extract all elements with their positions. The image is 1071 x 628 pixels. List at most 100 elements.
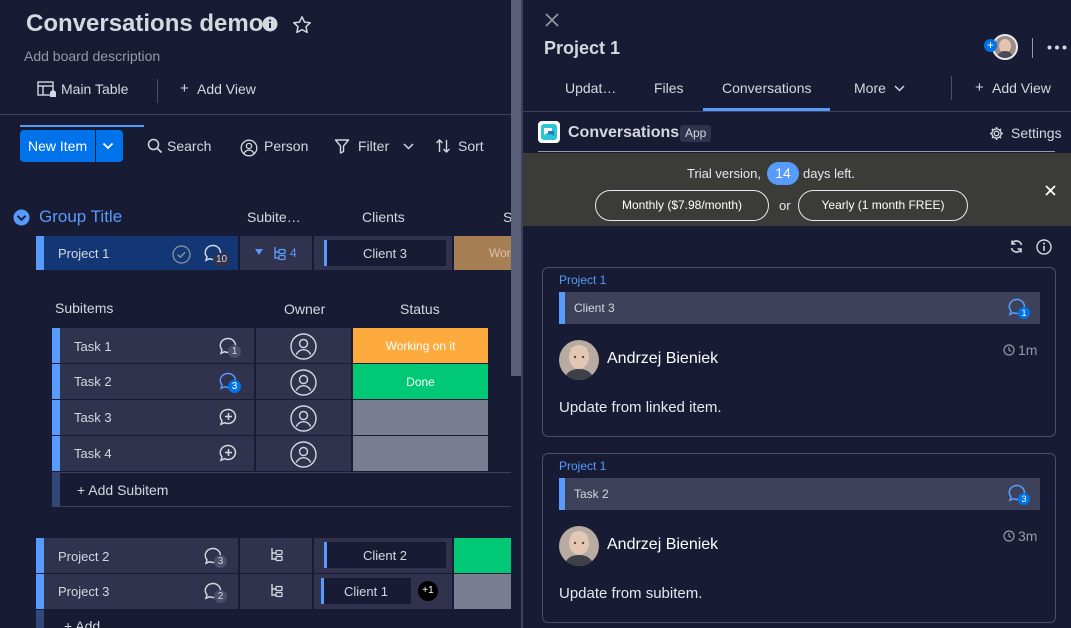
board-scrollbar[interactable] bbox=[511, 0, 521, 376]
subitem-name[interactable]: Task 2 bbox=[74, 374, 112, 389]
person-icon[interactable] bbox=[289, 368, 317, 396]
linked-item-chip[interactable]: Client 2 bbox=[324, 542, 446, 568]
close-icon[interactable] bbox=[1043, 183, 1057, 197]
column-header-clients[interactable]: Clients bbox=[362, 209, 405, 225]
card-author[interactable]: Andrzej Bieniek bbox=[607, 536, 718, 554]
status-cell[interactable] bbox=[454, 574, 511, 609]
add-item-button[interactable]: + Add bbox=[64, 618, 100, 628]
clients-cell[interactable]: Client 3 bbox=[314, 236, 452, 270]
subitem-name[interactable]: Task 1 bbox=[74, 339, 112, 354]
card-body: Update from subitem. bbox=[559, 585, 703, 602]
person-icon[interactable] bbox=[239, 138, 258, 157]
search-icon[interactable] bbox=[146, 137, 163, 154]
tab-more[interactable]: More bbox=[854, 80, 886, 96]
column-header-status[interactable]: S bbox=[503, 209, 511, 225]
table-row[interactable]: Task 2 3 Done bbox=[52, 364, 488, 399]
person-icon[interactable] bbox=[289, 440, 317, 468]
owner-cell[interactable] bbox=[256, 436, 351, 471]
item-name[interactable]: Project 1 bbox=[58, 246, 109, 261]
sort-button[interactable]: Sort bbox=[458, 138, 484, 154]
subitems-icon[interactable] bbox=[268, 582, 284, 598]
item-name[interactable]: Project 2 bbox=[58, 549, 109, 564]
refresh-icon[interactable] bbox=[1008, 238, 1025, 255]
table-row[interactable]: Task 4 bbox=[52, 436, 488, 471]
add-subscriber-icon[interactable]: + bbox=[984, 39, 997, 52]
avatar[interactable] bbox=[559, 526, 599, 566]
linked-item-chip[interactable]: Client 3 bbox=[324, 240, 446, 266]
status-cell[interactable] bbox=[353, 436, 488, 471]
card-item-link[interactable]: Project 1 bbox=[559, 273, 606, 287]
subitems-icon[interactable] bbox=[268, 546, 284, 562]
subitem-name[interactable]: Task 3 bbox=[74, 410, 112, 425]
subitems-header-owner[interactable]: Owner bbox=[284, 301, 325, 317]
search-button[interactable]: Search bbox=[167, 138, 211, 154]
filter-button[interactable]: Filter bbox=[358, 138, 389, 154]
settings-button[interactable]: Settings bbox=[1011, 125, 1062, 141]
new-item-button[interactable]: New Item bbox=[20, 130, 123, 162]
table-row[interactable]: Task 3 bbox=[52, 400, 488, 435]
updates-count-badge: 3 bbox=[228, 380, 241, 393]
chevron-down-icon[interactable] bbox=[401, 141, 415, 151]
star-icon[interactable] bbox=[291, 14, 313, 36]
caret-down-icon[interactable] bbox=[254, 247, 264, 257]
owner-cell[interactable] bbox=[256, 328, 351, 363]
table-row[interactable]: Project 1 10 4 Client 3 Wor bbox=[36, 236, 511, 270]
status-cell[interactable] bbox=[353, 400, 488, 435]
subitems-cell[interactable]: 4 bbox=[240, 236, 312, 270]
linked-item-chip[interactable]: Client 1 bbox=[321, 578, 411, 604]
more-icon[interactable] bbox=[1047, 40, 1067, 54]
card-context-bar[interactable]: Task 2 3 bbox=[559, 478, 1040, 510]
client-name: Client 2 bbox=[362, 548, 408, 563]
gear-icon[interactable] bbox=[989, 126, 1004, 141]
collapse-group-icon[interactable] bbox=[12, 208, 30, 226]
status-cell[interactable]: Done bbox=[353, 364, 488, 399]
conversation-card[interactable]: Project 1 Task 2 3 Andrzej Bieniek 3m Up… bbox=[542, 453, 1056, 623]
subitem-name[interactable]: Task 4 bbox=[74, 446, 112, 461]
tab-updates[interactable]: Updat… bbox=[565, 80, 616, 96]
subitems-header-name[interactable]: Subitems bbox=[55, 300, 113, 316]
card-author[interactable]: Andrzej Bieniek bbox=[607, 350, 718, 368]
check-circle-icon[interactable] bbox=[171, 244, 191, 264]
panel-add-view-button[interactable]: Add View bbox=[992, 80, 1051, 96]
monthly-plan-button[interactable]: Monthly ($7.98/month) bbox=[595, 190, 769, 221]
person-filter-button[interactable]: Person bbox=[264, 138, 308, 154]
card-context-bar[interactable]: Client 3 1 bbox=[559, 292, 1040, 324]
owner-cell[interactable] bbox=[256, 400, 351, 435]
subitems-header-status[interactable]: Status bbox=[400, 301, 440, 317]
add-update-icon[interactable] bbox=[217, 406, 239, 428]
chevron-down-icon[interactable] bbox=[100, 139, 116, 153]
board-description[interactable]: Add board description bbox=[24, 48, 160, 64]
table-row[interactable]: Project 2 3 Client 2 bbox=[36, 538, 511, 573]
more-clients-badge[interactable]: +1 bbox=[418, 581, 438, 601]
group-title[interactable]: Group Title bbox=[39, 207, 122, 227]
tab-conversations[interactable]: Conversations bbox=[722, 80, 812, 96]
tab-files[interactable]: Files bbox=[654, 80, 684, 96]
person-icon[interactable] bbox=[289, 332, 317, 360]
table-row[interactable]: Task 1 1 Working on it bbox=[52, 328, 488, 363]
avatar[interactable] bbox=[559, 340, 599, 380]
filter-icon[interactable] bbox=[333, 138, 350, 154]
add-view-button[interactable]: Add View bbox=[197, 81, 256, 97]
owner-cell[interactable] bbox=[256, 364, 351, 399]
close-icon[interactable] bbox=[543, 11, 561, 29]
conversation-card[interactable]: Project 1 Client 3 1 Andrzej Bieniek 1m … bbox=[542, 267, 1056, 437]
info-icon[interactable] bbox=[1035, 238, 1052, 255]
column-header-subitems[interactable]: Subite… bbox=[247, 209, 301, 225]
card-item-link[interactable]: Project 1 bbox=[559, 459, 606, 473]
item-name[interactable]: Project 3 bbox=[58, 584, 109, 599]
sort-icon[interactable] bbox=[434, 138, 451, 154]
add-subitem-row[interactable]: + Add Subitem bbox=[52, 472, 511, 507]
panel-title[interactable]: Project 1 bbox=[544, 38, 620, 59]
status-cell[interactable] bbox=[454, 538, 511, 573]
person-icon[interactable] bbox=[289, 404, 317, 432]
chevron-down-icon[interactable] bbox=[892, 83, 906, 93]
info-icon[interactable] bbox=[261, 15, 279, 33]
status-cell[interactable]: Working on it bbox=[353, 328, 488, 363]
status-cell[interactable]: Wor bbox=[454, 236, 511, 270]
table-row[interactable]: Project 3 2 Client 1 +1 bbox=[36, 574, 511, 609]
add-subitem-button[interactable]: + Add Subitem bbox=[77, 482, 168, 498]
yearly-plan-button[interactable]: Yearly (1 month FREE) bbox=[798, 190, 968, 221]
view-tab-main-table[interactable]: Main Table bbox=[61, 81, 128, 97]
add-update-icon[interactable] bbox=[217, 442, 239, 464]
board-title[interactable]: Conversations demo bbox=[26, 10, 263, 38]
